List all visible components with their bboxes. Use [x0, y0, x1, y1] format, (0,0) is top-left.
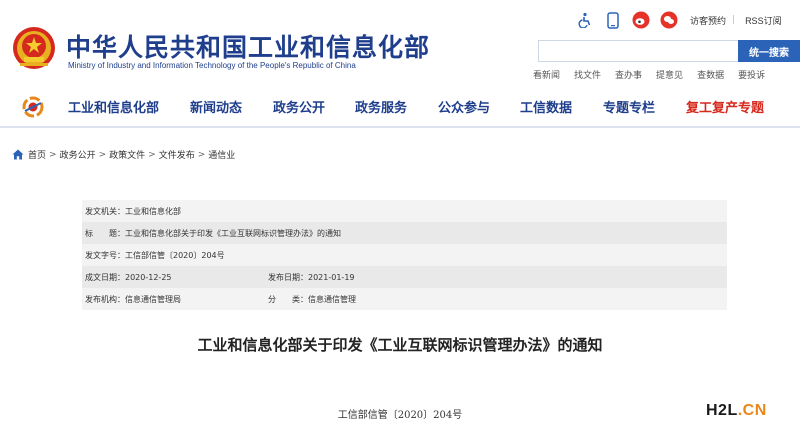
- search-bar: 统一搜索: [538, 40, 800, 62]
- breadcrumb-separator: >: [148, 149, 156, 160]
- nav-item-resumption[interactable]: 复工复产专题: [686, 97, 764, 116]
- nav-item-gov-services[interactable]: 政务服务: [355, 97, 407, 116]
- watermark-part: .CN: [737, 402, 767, 419]
- info-row-doc-number: 发文字号： 工信部信管〔2020〕204号: [82, 244, 727, 266]
- miit-logo-icon[interactable]: [22, 96, 44, 118]
- visitor-appointment-link[interactable]: 访客预约: [690, 14, 726, 27]
- quick-link-news[interactable]: 看新闻: [533, 68, 560, 81]
- info-label: 成文日期：: [85, 272, 125, 282]
- info-label: 发文机关：: [85, 206, 125, 216]
- quick-link-files[interactable]: 找文件: [574, 68, 601, 81]
- nav-item-topics[interactable]: 专题专栏: [603, 97, 655, 116]
- info-value: 工业和信息化部关于印发《工业互联网标识管理办法》的通知: [125, 228, 341, 238]
- info-label: 发布机构：: [85, 294, 125, 304]
- info-label: 标 题：: [85, 228, 125, 238]
- national-emblem-icon: [13, 27, 55, 69]
- main-nav: 工业和信息化部 新闻动态 政务公开 政务服务 公众参与 工信数据 专题专栏 复工…: [0, 88, 800, 128]
- info-cell: 发布机构：信息通信管理局: [85, 294, 268, 305]
- breadcrumb-separator: >: [49, 149, 57, 160]
- watermark-logo: H2L.CN: [706, 402, 767, 420]
- site-header: 中华人民共和国工业和信息化部 Ministry of Industry and …: [0, 0, 800, 88]
- quick-link-data[interactable]: 查数据: [697, 68, 724, 81]
- unified-search-button[interactable]: 统一搜索: [738, 40, 800, 62]
- mobile-icon[interactable]: [602, 10, 624, 30]
- wechat-icon[interactable]: [658, 10, 680, 30]
- divider: |: [732, 15, 736, 25]
- info-row-title: 标 题： 工业和信息化部关于印发《工业互联网标识管理办法》的通知: [82, 222, 727, 244]
- nav-item-news[interactable]: 新闻动态: [190, 97, 242, 116]
- info-label: 分 类：: [268, 294, 308, 304]
- breadcrumb: 首页 > 政务公开 > 政策文件 > 文件发布 > 通信业: [12, 148, 235, 161]
- nav-item-miit[interactable]: 工业和信息化部: [68, 97, 159, 116]
- site-subtitle: Ministry of Industry and Information Tec…: [68, 61, 356, 70]
- site-title[interactable]: 中华人民共和国工业和信息化部: [66, 28, 430, 64]
- breadcrumb-telecom[interactable]: 通信业: [208, 148, 235, 161]
- info-cell: 成文日期：2020-12-25: [85, 272, 268, 283]
- info-value: 2021-01-19: [308, 272, 355, 282]
- top-icon-bar: 访客预约 | RSS订阅: [574, 10, 782, 30]
- info-value: 工信部信管〔2020〕204号: [125, 250, 225, 260]
- wheelchair-icon[interactable]: [574, 10, 596, 30]
- info-row-org: 发布机构：信息通信管理局 分 类： 信息通信管理: [82, 288, 727, 310]
- nav-item-gov-affairs[interactable]: 政务公开: [273, 97, 325, 116]
- info-row-issuer: 发文机关： 工业和信息化部: [82, 200, 727, 222]
- document-title: 工业和信息化部关于印发《工业互联网标识管理办法》的通知: [197, 336, 603, 354]
- breadcrumb-policy-files[interactable]: 政策文件: [109, 148, 145, 161]
- nav-item-public-participation[interactable]: 公众参与: [438, 97, 490, 116]
- quick-link-services[interactable]: 查办事: [615, 68, 642, 81]
- info-value: 信息通信管理: [308, 294, 356, 304]
- breadcrumb-gov-affairs[interactable]: 政务公开: [60, 148, 96, 161]
- nav-item-data[interactable]: 工信数据: [520, 97, 572, 116]
- document-info-box: 发文机关： 工业和信息化部 标 题： 工业和信息化部关于印发《工业互联网标识管理…: [82, 200, 727, 310]
- breadcrumb-file-release[interactable]: 文件发布: [159, 148, 195, 161]
- quick-link-complaint[interactable]: 要投诉: [738, 68, 765, 81]
- info-value: 工业和信息化部: [125, 206, 181, 216]
- quick-links: 看新闻 找文件 查办事 提意见 查数据 要投诉: [533, 68, 779, 81]
- breadcrumb-separator: >: [197, 149, 206, 160]
- quick-link-feedback[interactable]: 提意见: [656, 68, 683, 81]
- info-label: 发布日期：: [268, 272, 308, 282]
- info-label: 发文字号：: [85, 250, 125, 260]
- breadcrumb-home[interactable]: 首页: [28, 148, 46, 161]
- rss-link[interactable]: RSS订阅: [745, 14, 782, 27]
- info-value: 信息通信管理局: [125, 294, 181, 304]
- breadcrumb-separator: >: [98, 149, 107, 160]
- watermark-part: H2L: [706, 402, 738, 419]
- search-input[interactable]: [538, 40, 738, 62]
- home-icon[interactable]: [12, 149, 24, 160]
- info-row-dates: 成文日期：2020-12-25 发布日期： 2021-01-19: [82, 266, 727, 288]
- weibo-icon[interactable]: [630, 10, 652, 30]
- document-number: 工信部信管〔2020〕204号: [337, 410, 463, 421]
- info-value: 2020-12-25: [125, 272, 172, 282]
